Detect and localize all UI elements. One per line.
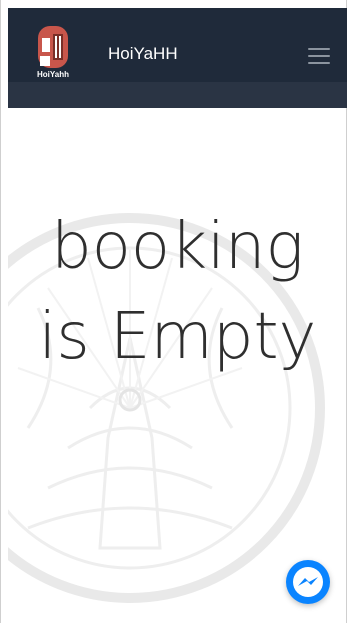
hamburger-menu-icon-bar <box>308 48 330 50</box>
hamburger-menu-icon-bar <box>308 55 330 57</box>
hamburger-menu-button[interactable] <box>302 42 336 70</box>
main-content: booking is Empty <box>8 108 347 623</box>
empty-message-line-1: booking <box>51 210 304 284</box>
empty-message-line-2: is Empty <box>38 300 317 374</box>
brand-logo[interactable]: HoiYahh <box>30 22 76 84</box>
empty-booking-message: booking is Empty <box>8 202 347 382</box>
logo-text: HoiYahh <box>36 70 69 79</box>
brand-name[interactable]: HoiYaHH <box>108 44 178 64</box>
messenger-icon <box>293 567 323 597</box>
hamburger-menu-icon-bar <box>308 62 330 64</box>
messenger-chat-button[interactable] <box>286 560 330 604</box>
navbar-bottom-strip <box>8 82 347 108</box>
